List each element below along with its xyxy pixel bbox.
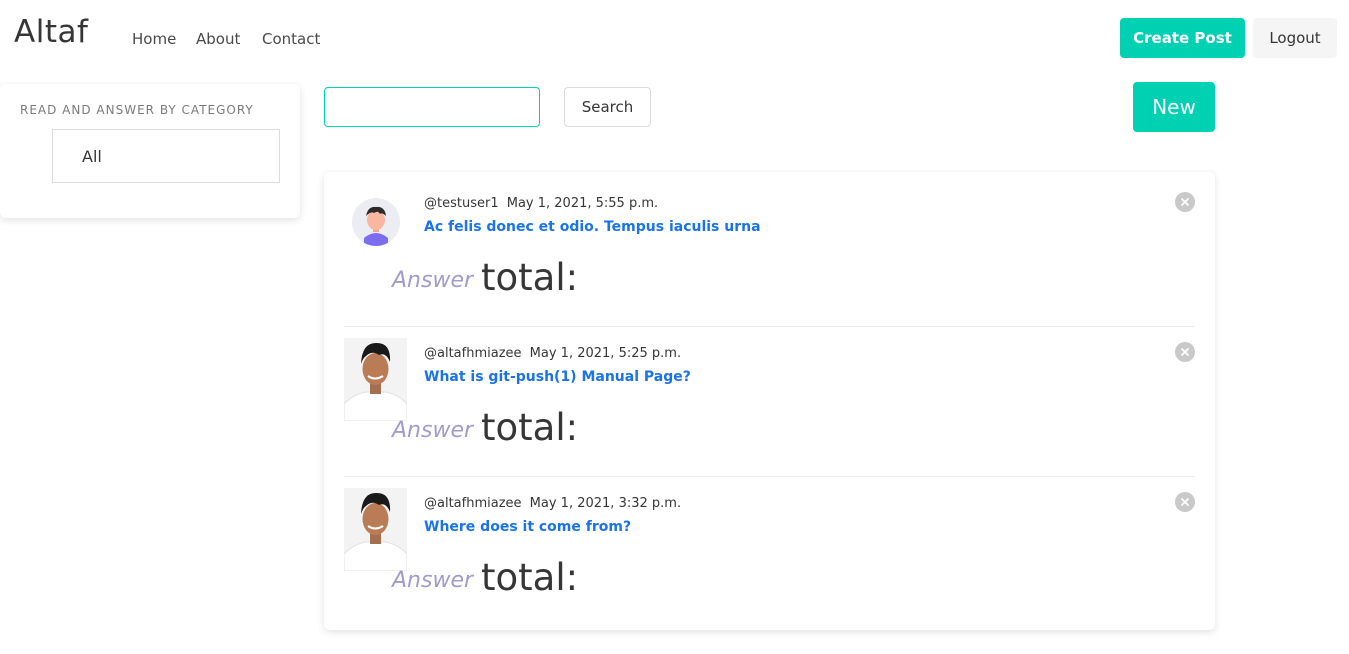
questions-feed: @testuser1 May 1, 2021, 5:55 p.m. Ac fel…: [324, 172, 1215, 630]
search-input[interactable]: [324, 87, 540, 127]
nav-link-contact[interactable]: Contact: [262, 30, 320, 48]
question-title-link[interactable]: What is git-push(1) Manual Page?: [424, 369, 691, 385]
logout-button[interactable]: Logout: [1253, 18, 1337, 58]
post-date: May 1, 2021, 5:55 p.m.: [506, 196, 659, 211]
create-post-button[interactable]: Create Post: [1120, 18, 1245, 58]
user-avatar-photo: [344, 488, 407, 571]
nav-link-home[interactable]: Home: [132, 30, 176, 48]
answer-label: Answer: [392, 268, 474, 293]
answer-total: total:: [481, 256, 579, 299]
delete-post-icon[interactable]: [1175, 192, 1195, 212]
nav-link-about[interactable]: About: [196, 30, 240, 48]
post-meta: @altafhmiazee May 1, 2021, 5:25 p.m.: [424, 346, 681, 361]
question-title-link[interactable]: Ac felis donec et odio. Tempus iaculis u…: [424, 219, 761, 235]
post-username[interactable]: @testuser1: [424, 196, 499, 211]
answer-label: Answer: [392, 568, 474, 593]
question-title-link[interactable]: Where does it come from?: [424, 519, 631, 535]
category-item-all[interactable]: All: [52, 129, 280, 183]
category-sidebar: Read and Answer by Category All: [0, 84, 300, 218]
user-avatar-photo: [344, 338, 407, 421]
answer-label: Answer: [392, 418, 474, 443]
question-card: @altafhmiazee May 1, 2021, 3:32 p.m. Whe…: [344, 472, 1195, 622]
sidebar-title: Read and Answer by Category: [20, 103, 254, 117]
default-avatar-icon: [352, 198, 400, 246]
post-meta: @testuser1 May 1, 2021, 5:55 p.m.: [424, 196, 658, 211]
post-date: May 1, 2021, 3:32 p.m.: [529, 496, 682, 511]
delete-post-icon[interactable]: [1175, 342, 1195, 362]
question-card: @altafhmiazee May 1, 2021, 5:25 p.m. Wha…: [344, 322, 1195, 472]
answer-total: total:: [481, 556, 579, 599]
new-question-button[interactable]: New: [1133, 82, 1215, 132]
brand-logo[interactable]: Altaf: [14, 14, 88, 50]
answer-total: total:: [481, 406, 579, 449]
post-date: May 1, 2021, 5:25 p.m.: [529, 346, 682, 361]
post-meta: @altafhmiazee May 1, 2021, 3:32 p.m.: [424, 496, 681, 511]
delete-post-icon[interactable]: [1175, 492, 1195, 512]
post-username[interactable]: @altafhmiazee: [424, 346, 522, 361]
post-username[interactable]: @altafhmiazee: [424, 496, 522, 511]
question-card: @testuser1 May 1, 2021, 5:55 p.m. Ac fel…: [344, 172, 1195, 322]
search-button[interactable]: Search: [564, 87, 651, 127]
